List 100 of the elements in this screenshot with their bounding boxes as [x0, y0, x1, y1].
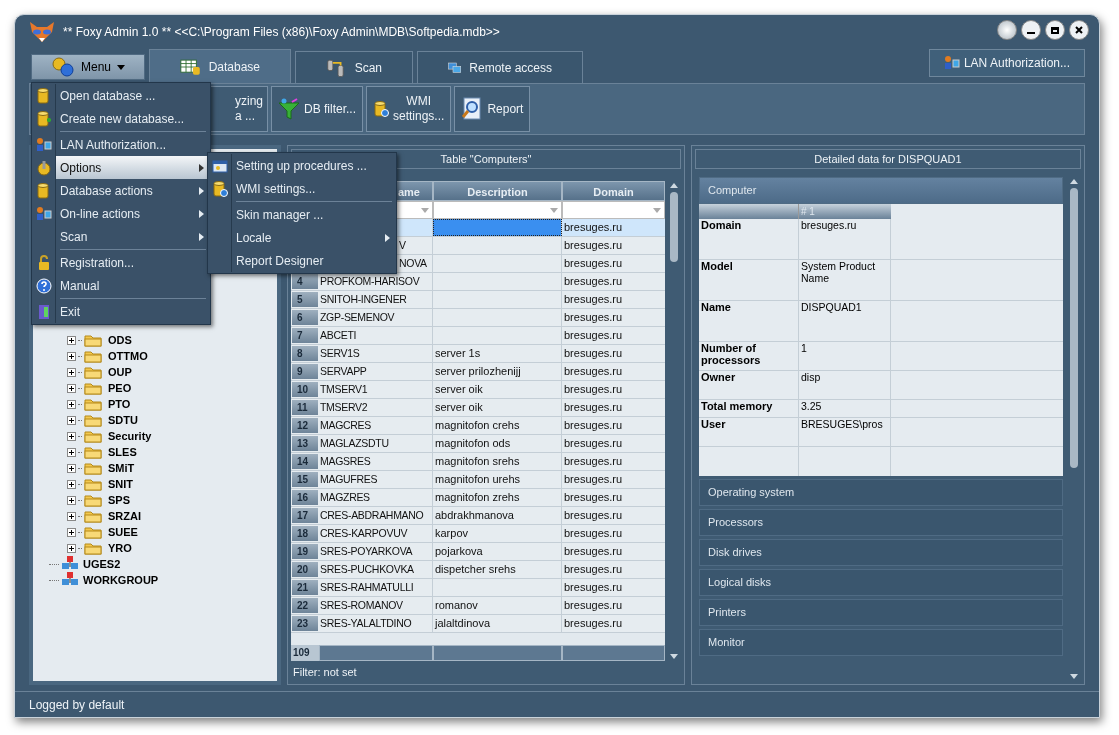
table-row[interactable]: 19 SRES-POYARKOVA pojarkova bresuges.ru [291, 543, 665, 561]
expand-icon[interactable] [67, 351, 76, 361]
table-row[interactable]: 22 SRES-ROMANOV romanov bresuges.ru [291, 597, 665, 615]
table-row[interactable]: 7 ABCETI bresuges.ru [291, 327, 665, 345]
table-row[interactable]: 5 SNITOH-INGENER bresuges.ru [291, 291, 665, 309]
menu-item[interactable]: Exit [56, 300, 210, 323]
menu-item[interactable]: Database actions [56, 179, 210, 202]
expand-icon[interactable] [67, 367, 76, 377]
table-row[interactable]: 10 TMSERV1 server oik bresuges.ru [291, 381, 665, 399]
scroll-up-icon[interactable] [1070, 179, 1078, 184]
tree-item[interactable]: ODS [33, 332, 277, 348]
table-cell: magnitofon urehs [435, 473, 520, 485]
table-row[interactable]: 16 MAGZRES magnitofon zrehs bresuges.ru [291, 489, 665, 507]
folder-icon [84, 477, 102, 491]
table-row[interactable]: 23 SRES-YALALTDINO jalaltdinova bresuges.ru [291, 615, 665, 633]
table-cell: bresuges.ru [564, 383, 623, 395]
minimize-button[interactable] [1021, 20, 1041, 40]
expand-icon[interactable] [67, 431, 76, 441]
section-header[interactable]: Operating system [699, 479, 1063, 506]
table-row[interactable]: 13 MAGLAZSDTU magnitofon ods bresuges.ru [291, 435, 665, 453]
table-row[interactable]: 14 MAGSRES magnitofon srehs bresuges.ru [291, 453, 665, 471]
skin-button[interactable] [997, 20, 1017, 40]
close-button[interactable] [1069, 20, 1089, 40]
toolbar-button[interactable]: WMI settings... [366, 86, 452, 132]
table-row[interactable]: 17 CRES-ABDRAHMANO abdrakhmanova bresuges.ru [291, 507, 665, 525]
menu-item[interactable]: Registration... [56, 251, 210, 274]
scroll-up-icon[interactable] [670, 183, 678, 188]
section-header[interactable]: Logical disks [699, 569, 1063, 596]
expand-icon[interactable] [67, 335, 76, 345]
table-row[interactable]: 8 SERV1S server 1s bresuges.ru [291, 345, 665, 363]
table-row[interactable]: 11 TMSERV2 server oik bresuges.ru [291, 399, 665, 417]
tree-item[interactable]: Security [33, 428, 277, 444]
table-row[interactable]: 15 MAGUFRES magnitofon urehs bresuges.ru [291, 471, 665, 489]
table-cell: CRES-KARPOVUV [320, 527, 408, 539]
scroll-thumb[interactable] [1070, 188, 1078, 468]
tree-item[interactable]: SUEE [33, 524, 277, 540]
section-header[interactable]: Printers [699, 599, 1063, 626]
table-row[interactable]: 12 MAGCRES magnitofon crehs bresuges.ru [291, 417, 665, 435]
tree-item[interactable]: SLES [33, 444, 277, 460]
scrollbar[interactable] [1067, 177, 1081, 681]
menu-item[interactable]: WMI settings... [232, 177, 396, 200]
expand-icon[interactable] [67, 399, 76, 409]
section-header[interactable]: Monitor [699, 629, 1063, 656]
tree-item[interactable]: UGES2 [33, 556, 277, 572]
expand-icon[interactable] [67, 543, 76, 553]
expand-icon[interactable] [67, 447, 76, 457]
table-cell: TMSERV1 [320, 383, 368, 395]
tree-item[interactable]: YRO [33, 540, 277, 556]
table-cell: bresuges.ru [564, 347, 623, 359]
tab[interactable]: Database [149, 49, 291, 83]
section-header[interactable]: Disk drives [699, 539, 1063, 566]
expand-icon[interactable] [67, 495, 76, 505]
table-row[interactable]: 20 SRES-PUCHKOVKA dispetcher srehs bresuges.ru [291, 561, 665, 579]
folder-icon [84, 509, 102, 523]
tree-item[interactable]: OUP [33, 364, 277, 380]
expand-icon[interactable] [67, 511, 76, 521]
network-icon [61, 556, 79, 572]
menu-button[interactable]: Menu [31, 54, 145, 80]
table-cell: romanov [435, 599, 478, 611]
dropdown-icon [653, 207, 661, 213]
scroll-down-icon[interactable] [1070, 674, 1078, 679]
scroll-thumb[interactable] [670, 192, 678, 262]
tree-item[interactable]: SNIT [33, 476, 277, 492]
tree-item[interactable]: WORKGROUP [33, 572, 277, 588]
dropdown-icon [550, 207, 558, 213]
expand-icon[interactable] [67, 383, 76, 393]
tab[interactable]: Scan [295, 51, 413, 83]
expand-icon[interactable] [67, 463, 76, 473]
property-name: Name [701, 301, 731, 313]
tree-item[interactable]: OTTMO [33, 348, 277, 364]
table-row[interactable]: 21 SRES-RAHMATULLI bresuges.ru [291, 579, 665, 597]
folder-icon [84, 397, 102, 411]
table-row[interactable]: 18 CRES-KARPOVUV karpov bresuges.ru [291, 525, 665, 543]
menu-item[interactable]: Manual [56, 274, 210, 297]
tree-item[interactable]: PEO [33, 380, 277, 396]
tree-item[interactable]: PTO [33, 396, 277, 412]
section-header[interactable]: Computer [699, 177, 1063, 204]
table-row[interactable]: 4 PROFKOM-HARISOV bresuges.ru [291, 273, 665, 291]
menu-item[interactable]: Scan [56, 225, 210, 248]
section-header[interactable]: Processors [699, 509, 1063, 536]
toolbar-button[interactable]: Report [454, 86, 531, 132]
menu-item[interactable]: On-line actions [56, 202, 210, 225]
menu-item[interactable]: Options [56, 156, 210, 179]
table-row[interactable]: 9 SERVAPP server prilozhenijj bresuges.ru [291, 363, 665, 381]
toolbar-button[interactable]: DB filter... [271, 86, 363, 132]
tree-item[interactable]: SRZAI [33, 508, 277, 524]
expand-icon[interactable] [67, 479, 76, 489]
tab[interactable]: Remote access [417, 51, 583, 83]
table-cell: bresuges.ru [564, 563, 623, 575]
lan-authorization-button[interactable]: LAN Authorization... [928, 49, 1085, 77]
tree-item[interactable]: SPS [33, 492, 277, 508]
scroll-down-icon[interactable] [670, 654, 678, 659]
tree-item[interactable]: SDTU [33, 412, 277, 428]
tree-item[interactable]: SMiT [33, 460, 277, 476]
menu-item[interactable]: LAN Authorization... [56, 133, 210, 156]
table-row[interactable]: 6 ZGP-SEMENOV bresuges.ru [291, 309, 665, 327]
maximize-button[interactable] [1045, 20, 1065, 40]
status-text: Logged by default [29, 696, 125, 714]
expand-icon[interactable] [67, 527, 76, 537]
expand-icon[interactable] [67, 415, 76, 425]
